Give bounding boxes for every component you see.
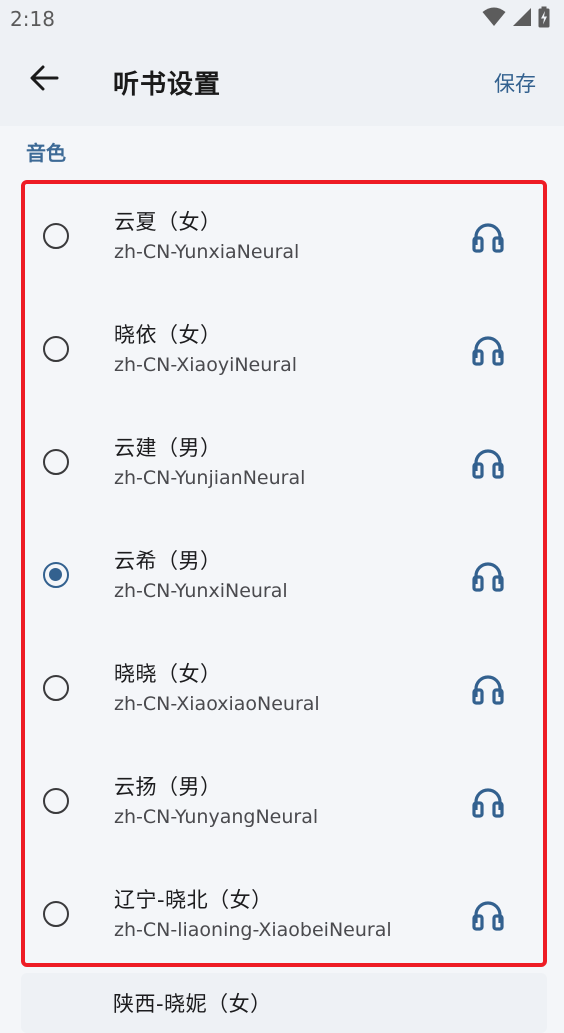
preview-voice-button[interactable] (468, 330, 508, 370)
voice-id: zh-CN-YunjianNeural (114, 467, 306, 489)
voice-row[interactable]: 云希（男） zh-CN-YunxiNeural (25, 523, 543, 636)
voice-name-partial: 陕西-晓妮（女） (113, 992, 272, 1016)
voice-radio[interactable] (43, 675, 69, 701)
back-button[interactable] (24, 60, 64, 100)
battery-charging-icon (538, 6, 550, 32)
voice-name: 云夏（女） (114, 210, 222, 234)
voice-radio[interactable] (43, 223, 69, 249)
voice-row[interactable]: 云建（男） zh-CN-YunjianNeural (25, 410, 543, 523)
save-button[interactable]: 保存 (494, 68, 536, 98)
headphones-icon (472, 788, 504, 818)
voice-id: zh-CN-XiaoyiNeural (114, 354, 298, 376)
preview-voice-button[interactable] (468, 782, 508, 822)
status-bar: 2:18 (0, 0, 564, 38)
voice-id: zh-CN-YunyangNeural (114, 806, 319, 828)
section-header-voice: 音色 (26, 141, 66, 165)
preview-voice-button[interactable] (468, 895, 508, 935)
voice-name: 晓依（女） (114, 323, 222, 347)
status-icons (482, 6, 550, 32)
arrow-left-icon (29, 65, 59, 95)
voice-radio[interactable] (43, 449, 69, 475)
headphones-icon (472, 449, 504, 479)
voice-name: 晓晓（女） (114, 662, 222, 686)
voice-radio[interactable] (43, 788, 69, 814)
voice-row[interactable]: 晓晓（女） zh-CN-XiaoxiaoNeural (25, 636, 543, 749)
wifi-icon (482, 7, 506, 31)
app-bar: 听书设置 保存 (0, 38, 564, 126)
voice-radio[interactable] (43, 901, 69, 927)
voice-name: 云扬（男） (114, 775, 222, 799)
status-time: 2:18 (10, 7, 55, 31)
voice-row[interactable]: 云夏（女） zh-CN-YunxiaNeural (25, 184, 543, 297)
voice-row[interactable]: 云扬（男） zh-CN-YunyangNeural (25, 749, 543, 862)
voice-radio[interactable] (43, 336, 69, 362)
headphones-icon (472, 223, 504, 253)
preview-voice-button[interactable] (468, 669, 508, 709)
voice-id: zh-CN-YunxiaNeural (114, 241, 300, 263)
voice-name: 云希（男） (114, 549, 222, 573)
voice-radio-selected[interactable] (43, 562, 69, 588)
voice-name: 云建（男） (114, 436, 222, 460)
voice-row[interactable]: 辽宁-晓北（女） zh-CN-liaoning-XiaobeiNeural (25, 862, 543, 975)
page-title: 听书设置 (113, 70, 222, 100)
cellular-signal-icon (512, 7, 532, 31)
voice-id: zh-CN-YunxiNeural (114, 580, 288, 602)
voice-list-card-continued (21, 973, 547, 1033)
headphones-icon (472, 336, 504, 366)
headphones-icon (472, 562, 504, 592)
voice-id: zh-CN-XiaoxiaoNeural (114, 693, 320, 715)
voice-list-card: 云夏（女） zh-CN-YunxiaNeural 晓依（女） zh-CN-Xia… (21, 180, 547, 967)
preview-voice-button[interactable] (468, 556, 508, 596)
voice-row[interactable]: 晓依（女） zh-CN-XiaoyiNeural (25, 297, 543, 410)
voice-id: zh-CN-liaoning-XiaobeiNeural (114, 919, 392, 941)
preview-voice-button[interactable] (468, 217, 508, 257)
headphones-icon (472, 901, 504, 931)
preview-voice-button[interactable] (468, 443, 508, 483)
voice-name: 辽宁-晓北（女） (114, 888, 273, 912)
headphones-icon (472, 675, 504, 705)
